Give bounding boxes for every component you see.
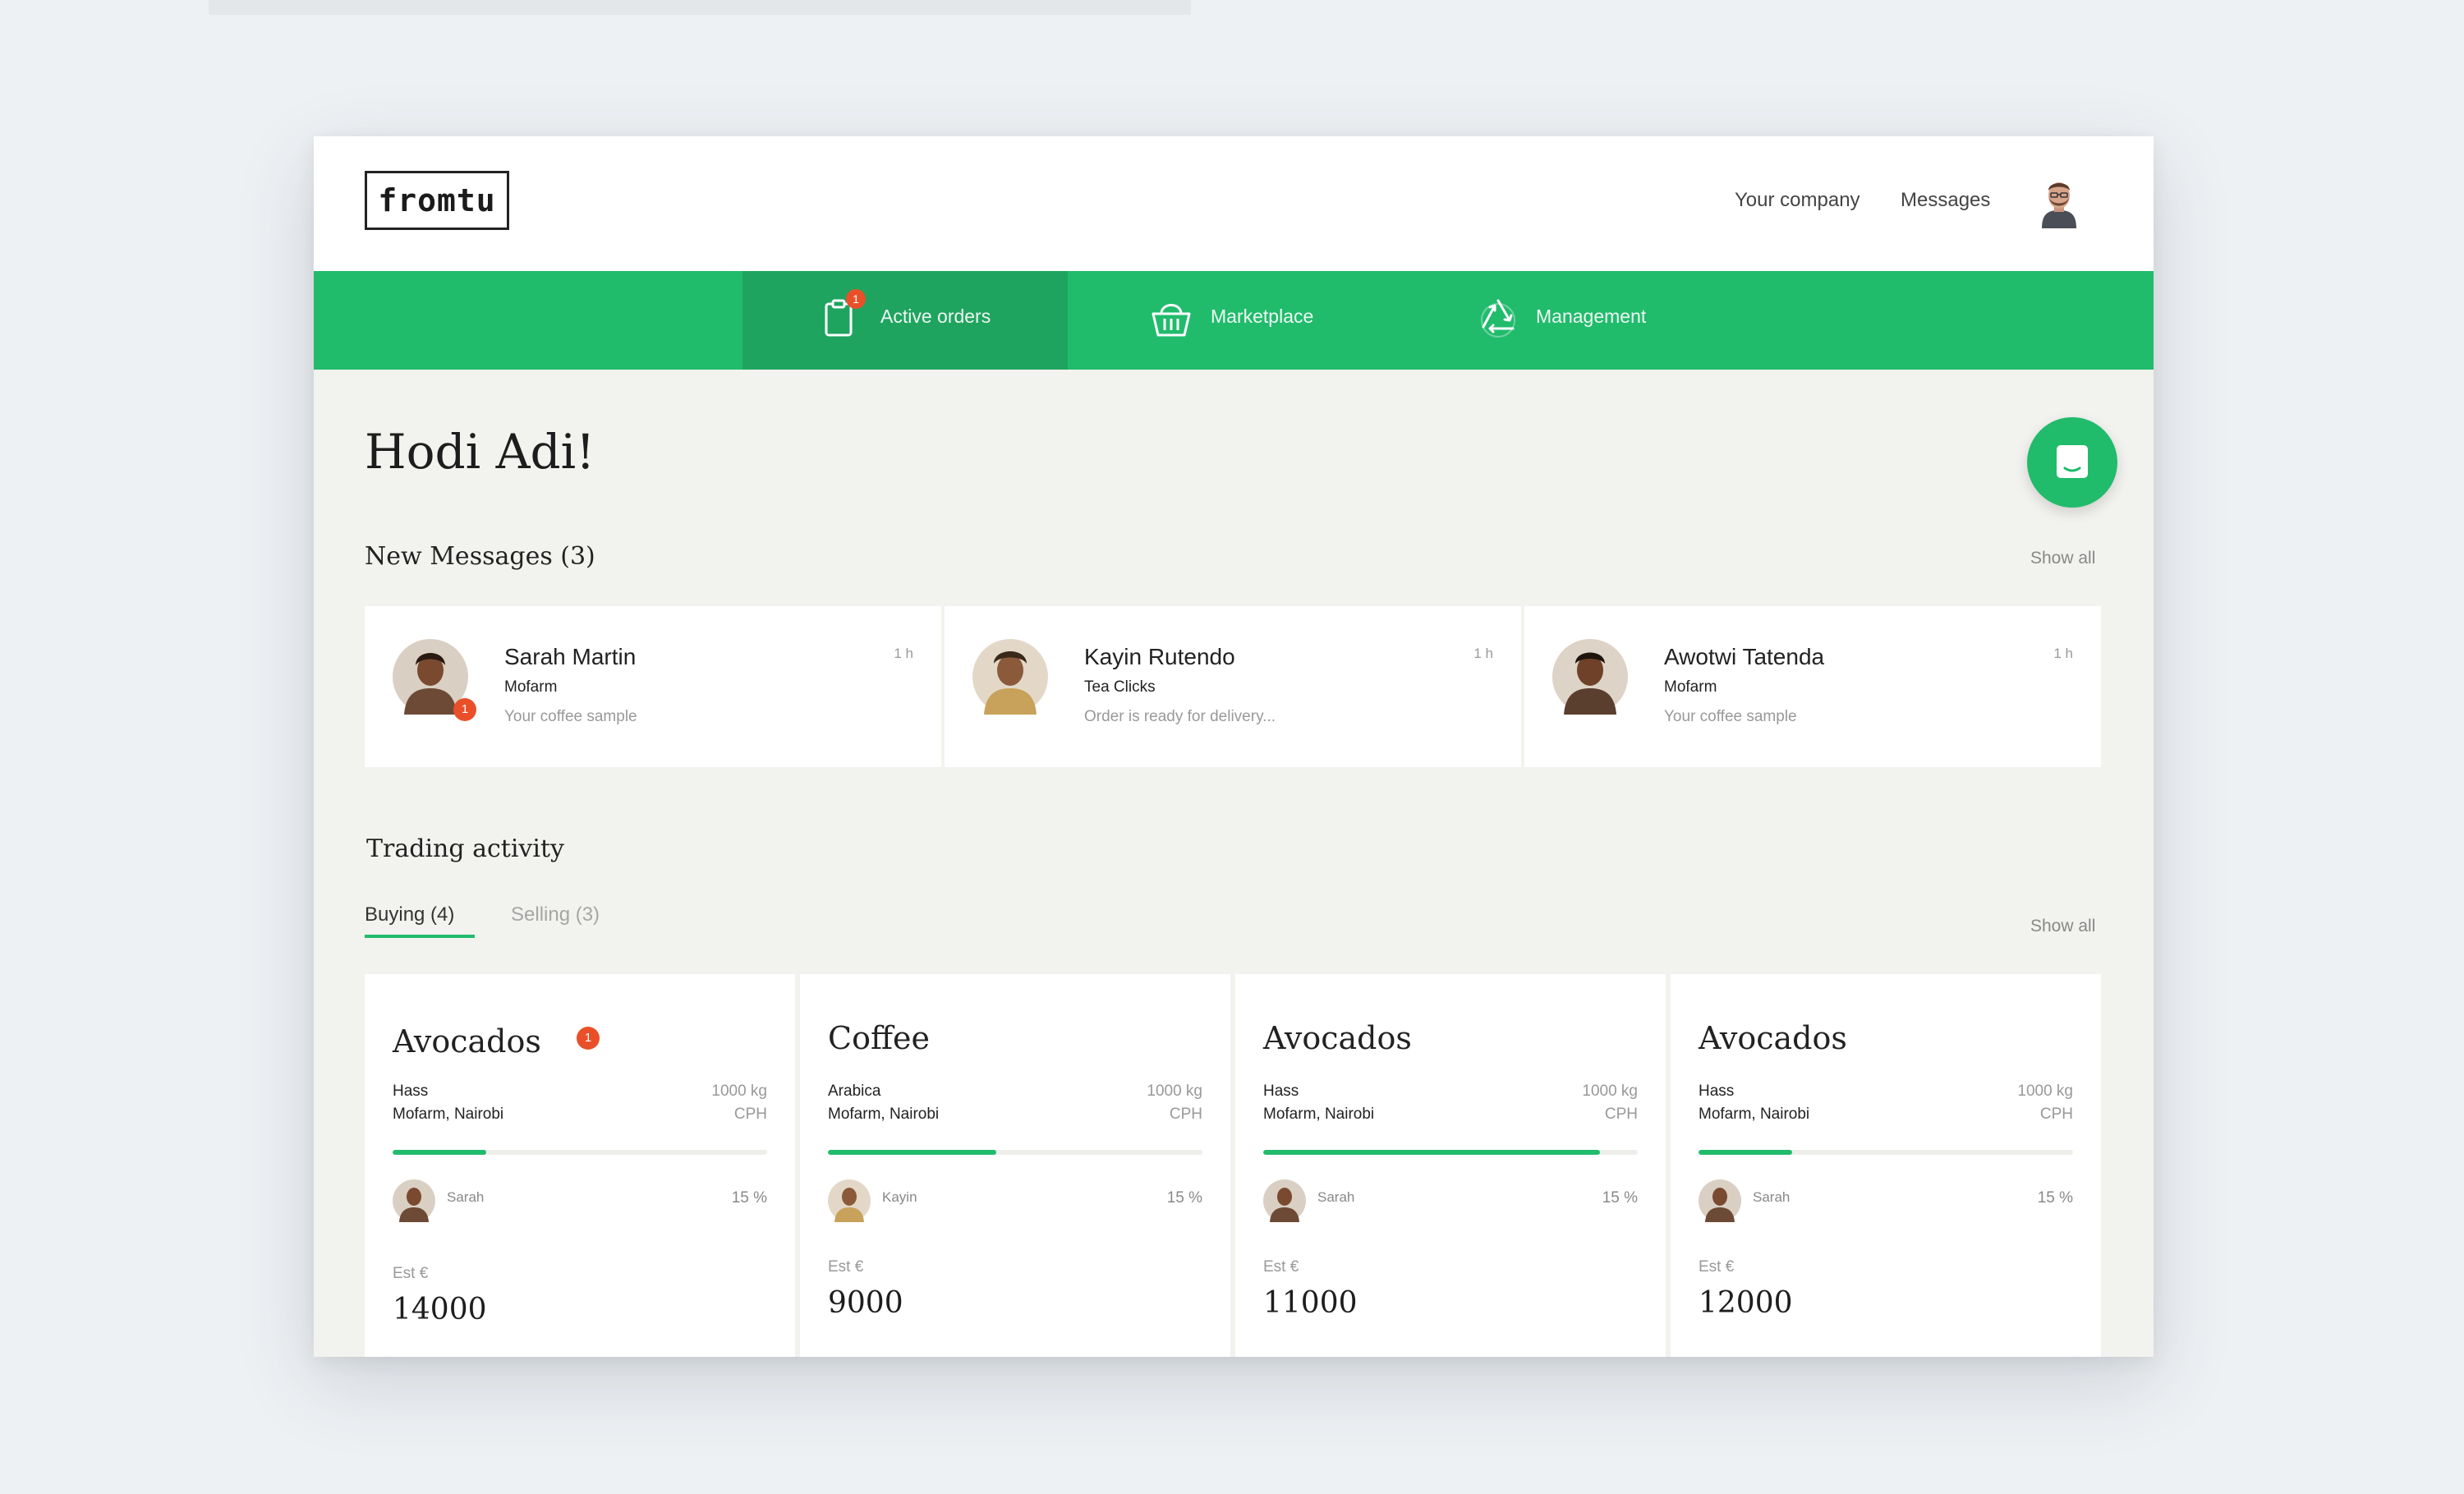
product-name: Avocados [393, 1023, 541, 1060]
sender-name: Sarah Martin [504, 644, 637, 669]
delivery-city: CPH [2039, 1106, 2073, 1123]
active-orders-badge: 1 [846, 289, 866, 309]
new-messages-title: New Messages (3) [365, 542, 595, 571]
avatar [828, 1179, 871, 1222]
message-time: 1 h [894, 646, 913, 661]
progress-fill [828, 1150, 997, 1155]
product-location: Mofarm, Nairobi [828, 1106, 940, 1123]
sender-company: Mofarm [1664, 678, 1717, 696]
message-preview: Your coffee sample [1664, 708, 1797, 725]
estimate-label: Est € [393, 1265, 429, 1282]
tab-active-orders[interactable]: 1 Active orders [742, 271, 1068, 370]
avatar [1263, 1179, 1306, 1222]
delivery-city: CPH [733, 1106, 767, 1123]
estimate-amount: 9000 [828, 1286, 903, 1320]
product-variety: Hass [1699, 1083, 1735, 1100]
tab-label: Active orders [880, 306, 991, 327]
app-window: fromtu Your company Messages 1 Active or… [314, 136, 2154, 1357]
message-time: 1 h [2053, 646, 2073, 661]
product-quantity: 1000 kg [711, 1083, 767, 1100]
product-variety: Hass [393, 1083, 429, 1100]
trade-badge: 1 [577, 1027, 600, 1050]
sender-name: Awotwi Tatenda [1664, 644, 1825, 669]
avatar [972, 639, 1048, 715]
product-name: Coffee [828, 1020, 930, 1056]
progress-fill [1263, 1150, 1601, 1155]
greeting-title: Hodi Adi! [365, 424, 595, 480]
tab-buying[interactable]: Buying (4) [365, 903, 454, 926]
trade-card[interactable]: Avocados 1 Hass Mofarm, Nairobi 1000 kg … [365, 974, 795, 1357]
product-name: Avocados [1699, 1020, 1847, 1056]
progress-bar [393, 1150, 767, 1155]
avatar [1552, 639, 1628, 715]
trader-name: Sarah [1317, 1189, 1355, 1205]
tab-label: Management [1536, 306, 1647, 327]
trader-name: Sarah [1753, 1189, 1791, 1205]
product-location: Mofarm, Nairobi [1699, 1106, 1810, 1123]
chat-icon [2057, 445, 2088, 478]
trade-card[interactable]: Avocados Hass Mofarm, Nairobi 1000 kg CP… [1671, 974, 2101, 1357]
estimate-amount: 12000 [1699, 1286, 1793, 1320]
main-nav: 1 Active orders Marketplace Management [314, 271, 2154, 370]
trading-activity-title: Trading activity [366, 834, 564, 863]
trade-card[interactable]: Coffee Arabica Mofarm, Nairobi 1000 kg C… [800, 974, 1230, 1357]
sender-company: Mofarm [504, 678, 558, 696]
message-preview: Order is ready for delivery... [1084, 708, 1276, 725]
message-card[interactable]: 1 Sarah Martin Mofarm Your coffee sample… [365, 606, 941, 767]
trade-percent: 15 % [731, 1189, 767, 1207]
delivery-city: CPH [1604, 1106, 1638, 1123]
avatar [393, 1179, 435, 1222]
basket-icon [1152, 304, 1191, 337]
product-quantity: 1000 kg [2017, 1083, 2073, 1100]
tab-marketplace[interactable]: Marketplace [1068, 271, 1400, 370]
message-preview: Your coffee sample [504, 708, 637, 725]
delivery-city: CPH [1169, 1106, 1202, 1123]
product-location: Mofarm, Nairobi [393, 1106, 504, 1123]
sender-name: Kayin Rutendo [1084, 644, 1235, 669]
progress-bar [1263, 1150, 1638, 1155]
estimate-amount: 11000 [1263, 1286, 1358, 1320]
estimate-label: Est € [1699, 1258, 1735, 1276]
trade-card[interactable]: Avocados Hass Mofarm, Nairobi 1000 kg CP… [1235, 974, 1666, 1357]
product-quantity: 1000 kg [1582, 1083, 1638, 1100]
trade-percent: 15 % [2037, 1189, 2073, 1207]
background-strip [209, 0, 1191, 15]
tab-selling[interactable]: Selling (3) [511, 903, 600, 926]
estimate-label: Est € [1263, 1258, 1299, 1276]
top-header: fromtu Your company Messages [314, 136, 2154, 271]
chat-fab-button[interactable] [2027, 417, 2117, 508]
messages-link[interactable]: Messages [1901, 189, 1990, 212]
message-time: 1 h [1473, 646, 1493, 661]
product-name: Avocados [1263, 1020, 1412, 1056]
user-avatar[interactable] [2037, 177, 2081, 228]
tab-management[interactable]: Management [1400, 271, 1728, 370]
messages-show-all-link[interactable]: Show all [2030, 549, 2095, 568]
trader-name: Sarah [447, 1189, 485, 1205]
estimate-label: Est € [828, 1258, 864, 1276]
recycle-icon [1481, 299, 1515, 338]
product-quantity: 1000 kg [1147, 1083, 1202, 1100]
progress-bar [828, 1150, 1202, 1155]
estimate-amount: 14000 [393, 1293, 487, 1326]
avatar [1699, 1179, 1741, 1222]
active-tab-indicator [365, 935, 475, 938]
progress-fill [1699, 1150, 1792, 1155]
message-card[interactable]: Kayin Rutendo Tea Clicks Order is ready … [945, 606, 1521, 767]
progress-bar [1699, 1150, 2073, 1155]
message-card[interactable]: Awotwi Tatenda Mofarm Your coffee sample… [1524, 606, 2101, 767]
progress-fill [393, 1150, 486, 1155]
trade-percent: 15 % [1166, 1189, 1202, 1207]
product-location: Mofarm, Nairobi [1263, 1106, 1375, 1123]
trading-show-all-link[interactable]: Show all [2030, 917, 2095, 936]
unread-badge: 1 [453, 698, 476, 721]
your-company-link[interactable]: Your company [1735, 189, 1860, 212]
sender-company: Tea Clicks [1084, 678, 1156, 696]
fromtu-logo[interactable]: fromtu [365, 171, 509, 230]
product-variety: Hass [1263, 1083, 1299, 1100]
tab-label: Marketplace [1211, 306, 1314, 327]
trader-name: Kayin [882, 1189, 917, 1205]
trade-percent: 15 % [1602, 1189, 1638, 1207]
product-variety: Arabica [828, 1083, 881, 1100]
